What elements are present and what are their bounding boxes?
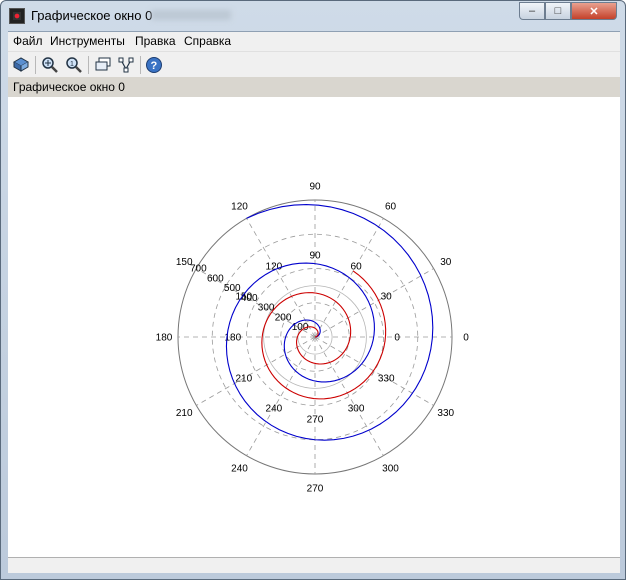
angle-tick-outer-330: 330 [437, 408, 454, 419]
datatip-button[interactable] [93, 55, 113, 75]
menu-file[interactable]: Файл [13, 34, 43, 48]
angle-tick-inner-300: 300 [348, 404, 365, 415]
angle-tick-outer-90: 90 [309, 182, 321, 193]
maximize-button[interactable]: □ [545, 2, 571, 20]
angle-tick-inner-330: 330 [378, 374, 395, 385]
angle-tick-inner-210: 210 [235, 374, 252, 385]
radius-label-200: 200 [275, 312, 292, 323]
zoom-fit-icon: 1 [66, 57, 82, 73]
title-bar[interactable]: Графическое окно 0 – □ ✕ [1, 1, 625, 31]
grid-spoke-330 [314, 336, 434, 406]
angle-tick-inner-60: 60 [351, 261, 363, 272]
maximize-icon: □ [554, 5, 562, 17]
angle-tick-inner-30: 30 [381, 291, 393, 302]
zoom-in-button[interactable] [40, 55, 60, 75]
menu-edit[interactable]: Правка [135, 34, 176, 48]
edit-curve-icon [118, 57, 134, 73]
minimize-button[interactable]: – [519, 2, 545, 20]
radius-label-700: 700 [190, 264, 207, 275]
help-button[interactable]: ? [144, 55, 164, 75]
grid-spoke-300 [314, 336, 384, 456]
angle-tick-outer-30: 30 [440, 257, 452, 268]
series-line-0 [225, 204, 434, 441]
angle-tick-outer-180: 180 [156, 333, 173, 344]
plot-canvas[interactable]: 0 30 60 90 120 150 180 210 240 270 300 330 0 30 60 90 12… [8, 97, 620, 557]
zoom-in-icon [42, 57, 58, 73]
menu-help[interactable]: Справка [184, 34, 231, 48]
angle-tick-inner-240: 240 [266, 404, 283, 415]
angle-tick-outer-120: 120 [231, 202, 248, 213]
menu-tools[interactable]: Инструменты [50, 34, 125, 48]
window-title: Графическое окно 0 [31, 8, 153, 23]
angle-tick-outer-270: 270 [307, 484, 324, 495]
status-bar [8, 557, 620, 573]
angle-tick-outer-60: 60 [385, 202, 397, 213]
angle-tick-inner-270: 270 [307, 415, 324, 426]
rotate-button[interactable] [11, 55, 31, 75]
app-icon [9, 8, 25, 24]
help-icon: ? [146, 57, 162, 73]
datatip-icon [95, 57, 111, 71]
angle-tick-outer-0: 0 [463, 333, 469, 344]
zoom-fit-button[interactable]: 1 [64, 55, 84, 75]
angle-tick-outer-240: 240 [231, 463, 248, 474]
svg-text:1: 1 [70, 61, 74, 68]
radius-label-600: 600 [207, 273, 224, 284]
angle-tick-inner-120: 120 [266, 261, 283, 272]
edit-curve-button[interactable] [116, 55, 136, 75]
angle-tick-inner-90: 90 [309, 250, 321, 261]
angle-tick-outer-210: 210 [176, 408, 193, 419]
close-icon: ✕ [589, 5, 599, 18]
angle-tick-outer-300: 300 [382, 463, 399, 474]
polar-plot: 0306090120150180210240270300330030609012… [156, 182, 470, 495]
angle-tick-inner-0: 0 [394, 333, 400, 344]
blurred-title-suffix [151, 10, 231, 20]
info-bar-text: Графическое окно 0 [13, 80, 125, 94]
info-bar: Графическое окно 0 [8, 77, 620, 97]
svg-text:?: ? [151, 60, 158, 72]
menu-bar: Файл Инструменты Правка Справка [8, 31, 620, 51]
close-button[interactable]: ✕ [571, 2, 617, 20]
radius-label-500: 500 [224, 283, 241, 294]
minimize-icon: – [528, 5, 536, 17]
rotate-icon [12, 57, 30, 72]
toolbar: 1 ? [8, 51, 620, 77]
graphic-window: Графическое окно 0 – □ ✕ Файл Инструмент… [0, 0, 626, 580]
